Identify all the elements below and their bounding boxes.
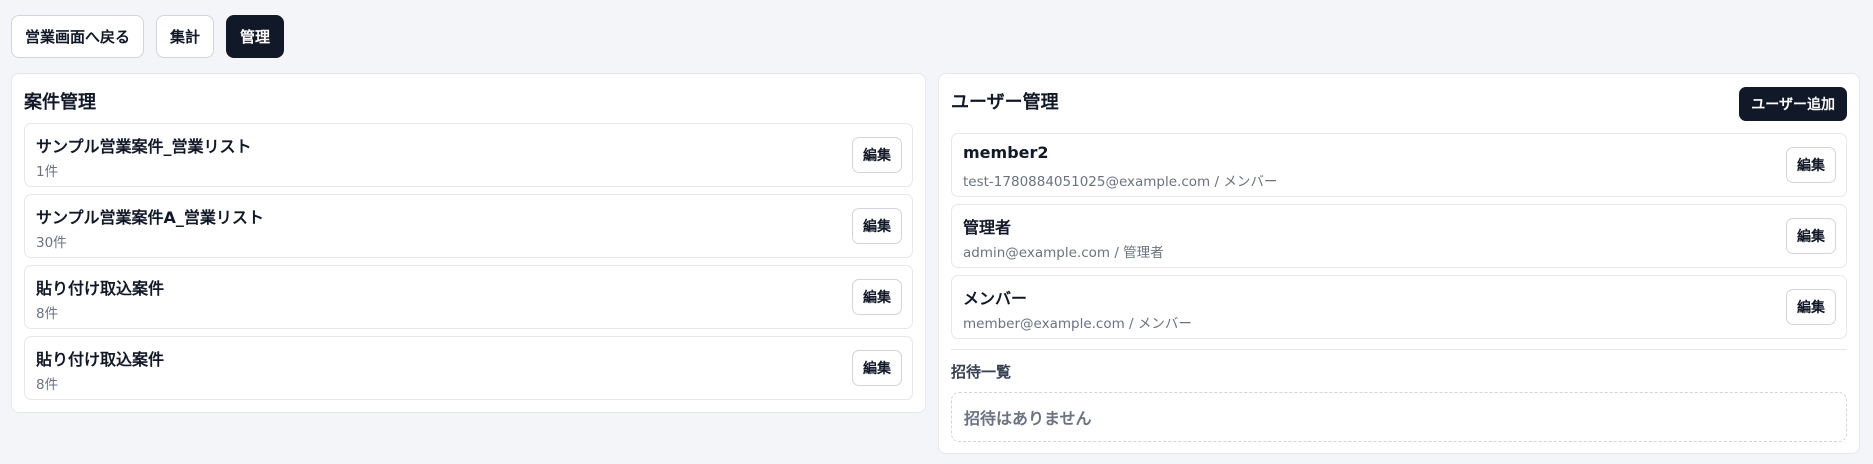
section-divider [951,349,1847,350]
edit-case-button[interactable]: 編集 [852,279,902,315]
edit-case-button[interactable]: 編集 [852,208,902,244]
case-management-title: 案件管理 [24,92,96,113]
summary-button[interactable]: 集計 [156,15,215,58]
user-management-panel: ユーザー管理 ユーザー追加 member2 test-1780884051025… [938,73,1860,454]
case-name: サンプル営業案件_営業リスト [36,137,252,156]
user-detail: admin@example.com / 管理者 [963,245,1164,261]
case-count: 8件 [36,377,59,393]
case-row: 貼り付け取込案件 8件 編集 [24,336,913,400]
case-count: 8件 [36,306,59,322]
case-row: 貼り付け取込案件 8件 編集 [24,265,913,329]
user-row: メンバー member@example.com / メンバー 編集 [951,275,1847,339]
user-detail: member@example.com / メンバー [963,316,1192,332]
edit-user-button[interactable]: 編集 [1786,289,1836,325]
user-row: 管理者 admin@example.com / 管理者 編集 [951,204,1847,268]
user-list: member2 test-1780884051025@example.com /… [951,133,1847,339]
user-detail: test-1780884051025@example.com / メンバー [963,174,1278,190]
case-count: 30件 [36,235,67,251]
user-management-title: ユーザー管理 [951,92,1059,113]
user-name: member2 [963,143,1049,162]
case-name: 貼り付け取込案件 [36,350,165,369]
invite-list-heading: 招待一覧 [951,363,1012,381]
edit-case-button[interactable]: 編集 [852,350,902,386]
top-nav: 営業画面へ戻る 集計 管理 [11,15,285,58]
case-list: サンプル営業案件_営業リスト 1件 編集 サンプル営業案件A_営業リスト 30件… [24,123,913,400]
case-row: サンプル営業案件A_営業リスト 30件 編集 [24,194,913,258]
back-to-sales-button[interactable]: 営業画面へ戻る [11,15,145,58]
case-row: サンプル営業案件_営業リスト 1件 編集 [24,123,913,187]
case-name: 貼り付け取込案件 [36,279,165,298]
user-name: メンバー [963,289,1028,308]
edit-user-button[interactable]: 編集 [1786,218,1836,254]
user-row: member2 test-1780884051025@example.com /… [951,133,1847,197]
case-name: サンプル営業案件A_営業リスト [36,208,264,227]
admin-button[interactable]: 管理 [226,15,285,58]
add-user-button[interactable]: ユーザー追加 [1739,87,1847,121]
case-management-panel: 案件管理 サンプル営業案件_営業リスト 1件 編集 サンプル営業案件A_営業リス… [11,73,926,413]
case-count: 1件 [36,164,59,180]
user-name: 管理者 [963,218,1012,237]
invite-empty-state: 招待はありません [951,392,1847,442]
edit-user-button[interactable]: 編集 [1786,147,1836,183]
edit-case-button[interactable]: 編集 [852,137,902,173]
